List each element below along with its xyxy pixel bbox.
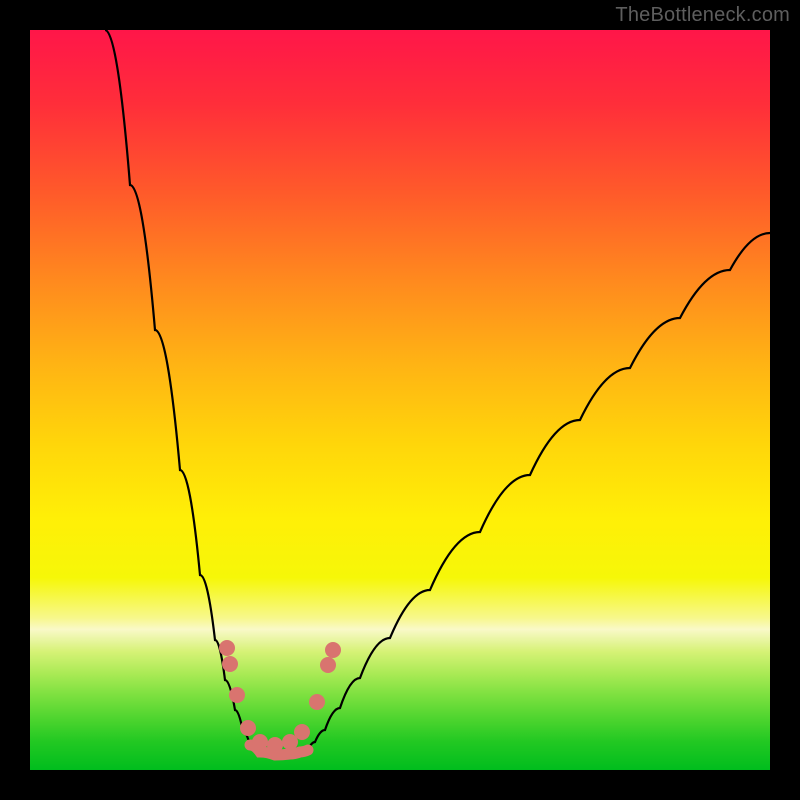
marker-dot [229,687,245,703]
marker-dot [240,720,256,736]
marker-dot [267,737,283,753]
marker-dot [252,734,268,750]
marker-dot [309,694,325,710]
watermark-text: TheBottleneck.com [615,4,790,27]
right-curve [308,233,770,750]
plot-area [30,30,770,770]
marker-dot [219,640,235,656]
marker-dot [294,724,310,740]
marker-dot [325,642,341,658]
marker-dot [222,656,238,672]
marker-dot [320,657,336,673]
marker-dots [219,640,341,753]
curve-layer [30,30,770,770]
chart-frame: TheBottleneck.com [0,0,800,800]
left-curve [105,30,250,745]
